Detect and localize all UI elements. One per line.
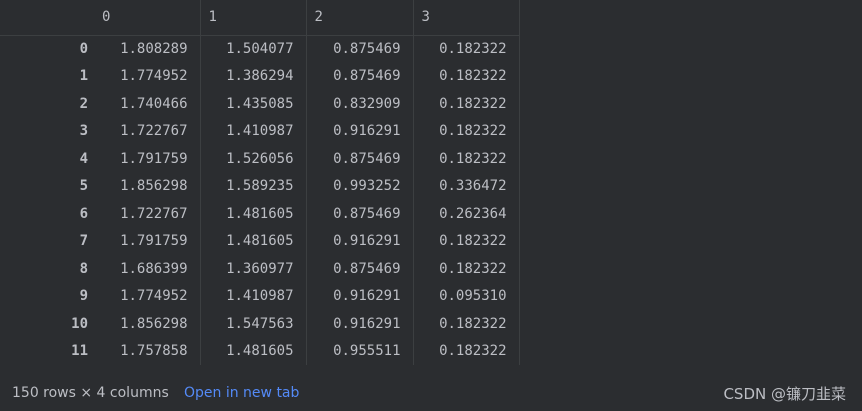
table-body: 0 1.808289 1.504077 0.875469 0.182322 1 1.7749…	[0, 35, 520, 365]
table-cell[interactable]: 1.722767	[94, 117, 201, 145]
row-index: 4	[79, 150, 88, 167]
row-index: 8	[79, 260, 88, 277]
table-cell[interactable]: 0.182322	[413, 310, 520, 338]
header-row: 0 1 2 3	[0, 0, 520, 36]
dataframe-viewer: 0 1 2 3 0 1.808289 1.504077 0.875469 0.18232…	[0, 0, 862, 370]
table-cell[interactable]: 1.435085	[200, 90, 307, 118]
table-cell[interactable]: 0.182322	[413, 90, 520, 118]
table-cell[interactable]: 0.262364	[413, 200, 520, 228]
table-cell[interactable]: 1.589235	[200, 172, 307, 200]
row-index: 10	[71, 315, 88, 332]
table-cell[interactable]: 1.410987	[200, 282, 307, 310]
column-header-2[interactable]: 2	[306, 0, 414, 36]
row-index: 7	[79, 233, 88, 250]
row-index: 11	[71, 343, 88, 360]
table-cell[interactable]: 0.182322	[413, 337, 520, 365]
table-row[interactable]: 9 1.774952 1.410987 0.916291 0.095310	[0, 282, 520, 310]
table-row[interactable]: 7 1.791759 1.481605 0.916291 0.182322	[0, 227, 520, 255]
table-cell[interactable]: 1.808289	[94, 35, 201, 63]
table-cell[interactable]: 0.182322	[413, 62, 520, 90]
table-row[interactable]: 8 1.686399 1.360977 0.875469 0.182322	[0, 255, 520, 283]
table-cell[interactable]: 1.481605	[200, 227, 307, 255]
table-cell[interactable]: 1.722767	[94, 200, 201, 228]
table-cell[interactable]: 0.875469	[306, 62, 414, 90]
table-row[interactable]: 6 1.722767 1.481605 0.875469 0.262364	[0, 200, 520, 228]
row-index: 1	[79, 68, 88, 85]
table-row[interactable]: 3 1.722767 1.410987 0.916291 0.182322	[0, 117, 520, 145]
table-cell[interactable]: 0.182322	[413, 117, 520, 145]
table-cell[interactable]: 1.757858	[94, 337, 201, 365]
table-cell[interactable]: 1.481605	[200, 200, 307, 228]
table-cell[interactable]: 1.686399	[94, 255, 201, 283]
table-cell[interactable]: 0.916291	[306, 310, 414, 338]
table-cell[interactable]: 0.875469	[306, 145, 414, 173]
table-cell[interactable]: 0.955511	[306, 337, 414, 365]
table-cell[interactable]: 1.526056	[200, 145, 307, 173]
table-cell[interactable]: 0.095310	[413, 282, 520, 310]
open-in-new-tab-link[interactable]: Open in new tab	[184, 385, 299, 401]
column-header-1[interactable]: 1	[200, 0, 307, 36]
table-cell[interactable]: 1.547563	[200, 310, 307, 338]
table-cell[interactable]: 0.916291	[306, 117, 414, 145]
table-row[interactable]: 2 1.740466 1.435085 0.832909 0.182322	[0, 90, 520, 118]
column-header-0[interactable]: 0	[94, 0, 201, 36]
table-cell[interactable]: 1.791759	[94, 145, 201, 173]
table-cell[interactable]: 1.774952	[94, 282, 201, 310]
table-cell[interactable]: 0.875469	[306, 35, 414, 63]
table-row[interactable]: 11 1.757858 1.481605 0.955511 0.182322	[0, 337, 520, 365]
table-cell[interactable]: 0.182322	[413, 227, 520, 255]
table-cell[interactable]: 0.916291	[306, 282, 414, 310]
rows-columns-count: 150 rows × 4 columns	[12, 385, 169, 401]
row-index: 9	[79, 288, 88, 305]
row-index: 0	[79, 41, 88, 57]
table-cell[interactable]: 0.875469	[306, 200, 414, 228]
table-cell[interactable]: 1.856298	[94, 310, 201, 338]
status-footer: 150 rows × 4 columns Open in new tab CSD…	[0, 372, 862, 411]
dataframe-table: 0 1 2 3 0 1.808289 1.504077 0.875469 0.18232…	[0, 0, 520, 365]
row-index: 3	[79, 123, 88, 140]
table-cell[interactable]: 0.182322	[413, 35, 520, 63]
table-cell[interactable]: 1.360977	[200, 255, 307, 283]
table-cell[interactable]: 1.740466	[94, 90, 201, 118]
table-cell[interactable]: 1.791759	[94, 227, 201, 255]
table-cell[interactable]: 1.504077	[200, 35, 307, 63]
table-cell[interactable]: 1.774952	[94, 62, 201, 90]
table-cell[interactable]: 0.832909	[306, 90, 414, 118]
index-column-header	[0, 0, 94, 36]
table-row[interactable]: 10 1.856298 1.547563 0.916291 0.182322	[0, 310, 520, 338]
table-cell[interactable]: 0.336472	[413, 172, 520, 200]
table-row[interactable]: 4 1.791759 1.526056 0.875469 0.182322	[0, 145, 520, 173]
table-cell[interactable]: 0.182322	[413, 255, 520, 283]
table-cell[interactable]: 1.386294	[200, 62, 307, 90]
table-row[interactable]: 0 1.808289 1.504077 0.875469 0.182322	[0, 35, 520, 63]
watermark-text: CSDN @镰刀韭菜	[723, 385, 846, 403]
table-row[interactable]: 5 1.856298 1.589235 0.993252 0.336472	[0, 172, 520, 200]
table-cell[interactable]: 0.916291	[306, 227, 414, 255]
table-cell[interactable]: 0.182322	[413, 145, 520, 173]
table-cell[interactable]: 1.856298	[94, 172, 201, 200]
table-cell[interactable]: 1.410987	[200, 117, 307, 145]
row-index: 5	[79, 178, 88, 195]
table-header: 0 1 2 3	[0, 0, 520, 36]
row-index: 6	[79, 205, 88, 222]
table-cell[interactable]: 1.481605	[200, 337, 307, 365]
column-header-3[interactable]: 3	[413, 0, 520, 36]
row-index: 2	[79, 95, 88, 112]
table-row[interactable]: 1 1.774952 1.386294 0.875469 0.182322	[0, 62, 520, 90]
table-cell[interactable]: 0.993252	[306, 172, 414, 200]
table-cell[interactable]: 0.875469	[306, 255, 414, 283]
